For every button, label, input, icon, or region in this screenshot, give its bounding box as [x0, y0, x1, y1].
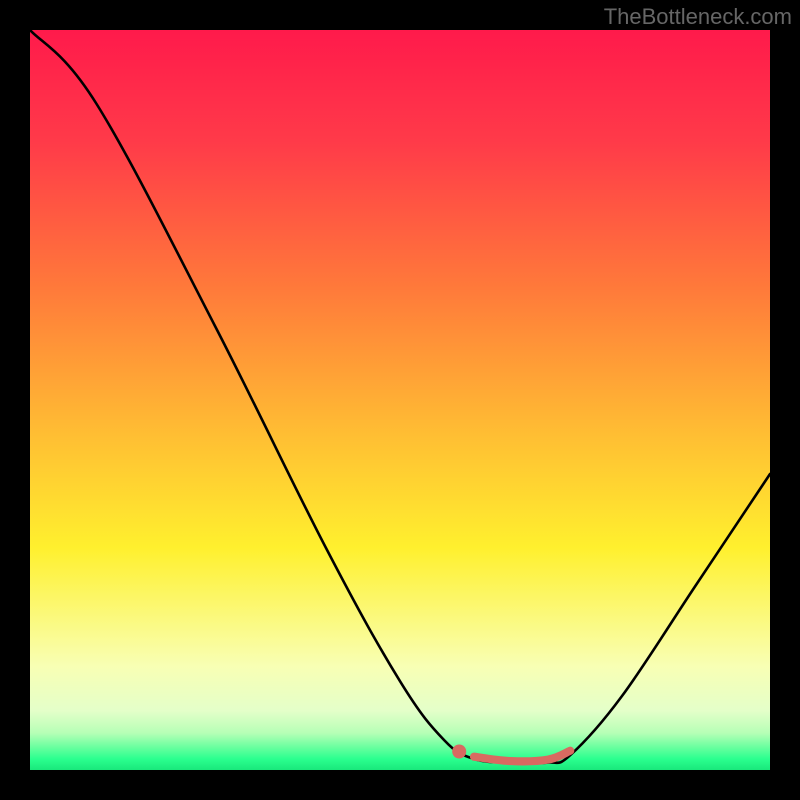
- canvas: TheBottleneck.com: [0, 0, 800, 800]
- plot-area: [30, 30, 770, 770]
- highlight-segment: [474, 751, 570, 762]
- highlight-layer: [30, 30, 770, 770]
- highlight-dot: [452, 744, 466, 758]
- watermark-label: TheBottleneck.com: [604, 4, 792, 30]
